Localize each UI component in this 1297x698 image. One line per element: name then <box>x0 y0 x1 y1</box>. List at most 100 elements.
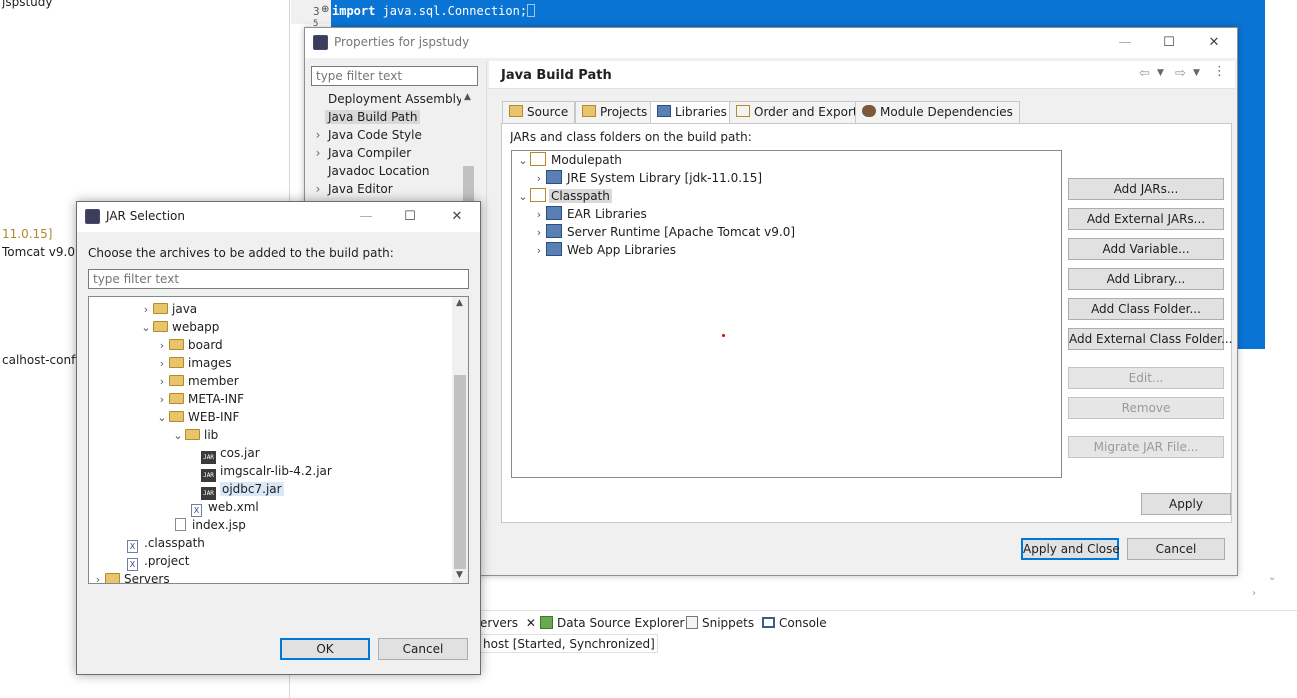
nav-item-java-build-path[interactable]: Java Build Path <box>311 108 421 126</box>
tab-source[interactable]: Source <box>502 101 576 123</box>
projects-icon <box>582 105 596 117</box>
tree-node-server-runtime[interactable]: › Server Runtime [Apache Tomcat v9.0] <box>532 223 797 241</box>
close-button[interactable]: ✕ <box>442 205 472 229</box>
nav-item-java-code-style[interactable]: › Java Code Style <box>311 126 425 144</box>
chevron-down-icon[interactable]: ⌄ <box>1268 572 1276 583</box>
tree-node-folder[interactable]: › member <box>155 372 239 390</box>
path-icon <box>530 152 546 166</box>
nav-item-java-editor[interactable]: › Java Editor <box>311 180 396 198</box>
tree-node-folder[interactable]: › Servers <box>91 570 170 583</box>
nav-item-java-compiler[interactable]: › Java Compiler <box>311 144 414 162</box>
archive-tree[interactable]: › java ⌄ webapp › board › images › member › ME… <box>88 296 469 584</box>
library-icon <box>546 242 562 256</box>
chevron-down-icon[interactable]: ▼ <box>1193 68 1200 78</box>
tab-snippets[interactable]: Snippets <box>686 611 754 635</box>
chevron-right-icon: › <box>315 128 321 142</box>
instruction-label: Choose the archives to be added to the b… <box>88 246 394 260</box>
maximize-button[interactable]: ☐ <box>1154 31 1184 55</box>
tree-node-folder[interactable]: › board <box>155 336 223 354</box>
tab-module-dependencies[interactable]: Module Dependencies <box>855 101 1020 123</box>
chevron-right-icon[interactable]: › <box>1252 588 1256 599</box>
scroll-up-icon[interactable]: ▲ <box>456 298 463 308</box>
scroll-down-icon[interactable]: ▼ <box>456 570 463 580</box>
chevron-right-icon: › <box>536 226 542 239</box>
tab-libraries[interactable]: Libraries <box>650 101 734 124</box>
project-name-fragment[interactable]: jspstudy <box>2 0 52 9</box>
server-status-row[interactable]: host [Started, Synchronized] <box>480 634 658 653</box>
back-arrow-icon[interactable]: ⇦ <box>1139 66 1150 81</box>
chevron-down-icon: ⌄ <box>173 429 183 442</box>
apply-button[interactable]: Apply <box>1141 493 1231 515</box>
tree-node-web-app-libraries[interactable]: › Web App Libraries <box>532 241 678 259</box>
chevron-right-icon: › <box>536 172 542 185</box>
tab-data-source-explorer[interactable]: Data Source Explorer <box>540 611 684 635</box>
add-external-jars-button[interactable]: Add External JARs... <box>1068 208 1224 230</box>
tab-servers[interactable]: ervers ✕ <box>480 611 536 635</box>
tree-node-folder[interactable]: ⌄ lib <box>171 426 218 444</box>
tree-node-file[interactable]: index.jsp <box>175 516 246 534</box>
apply-and-close-button[interactable]: Apply and Close <box>1021 538 1120 560</box>
cancel-button[interactable]: Cancel <box>378 638 468 660</box>
dialog-title: Properties for jspstudy <box>334 35 470 49</box>
tree-node-jar[interactable]: JAR imgscalr-lib-4.2.jar <box>201 462 332 482</box>
tree-node-jre[interactable]: › JRE System Library [jdk-11.0.15] <box>532 169 764 187</box>
build-path-tree[interactable]: ⌄ Modulepath › JRE System Library [jdk-11.… <box>511 150 1062 478</box>
add-class-folder-button[interactable]: Add Class Folder... <box>1068 298 1224 320</box>
close-button[interactable]: ✕ <box>1199 31 1229 55</box>
tree-node-folder[interactable]: › java <box>139 300 197 318</box>
add-external-class-folder-button[interactable]: Add External Class Folder... <box>1068 328 1232 350</box>
tree-node-folder[interactable]: › META-INF <box>155 390 244 408</box>
add-variable-button[interactable]: Add Variable... <box>1068 238 1224 260</box>
tree-node-file[interactable]: Xweb.xml <box>191 498 259 517</box>
page-header: Java Build Path ⇦ ▼ ⇨ ▼ ⋮ <box>489 61 1235 89</box>
tab-console[interactable]: Console <box>762 611 827 635</box>
tree-node-ear-libraries[interactable]: › EAR Libraries <box>532 205 649 223</box>
library-icon <box>546 206 562 220</box>
chevron-down-icon[interactable]: ▼ <box>1157 68 1164 78</box>
tree-node-classpath[interactable]: ⌄ Classpath <box>516 187 612 205</box>
filter-input[interactable] <box>311 66 478 86</box>
ok-button[interactable]: OK <box>280 638 370 660</box>
chevron-right-icon: › <box>315 146 321 160</box>
tab-projects[interactable]: Projects <box>575 101 655 123</box>
dialog-titlebar[interactable]: Properties for jspstudy — ☐ ✕ <box>305 28 1237 58</box>
tree-node-folder[interactable]: ⌄ webapp <box>139 318 219 336</box>
tree-node-modulepath[interactable]: ⌄ Modulepath <box>516 151 624 169</box>
scroll-thumb[interactable] <box>454 375 466 569</box>
tab-order-and-export[interactable]: Order and Export <box>729 101 865 123</box>
folder-icon <box>169 375 184 386</box>
minimize-button[interactable]: — <box>1110 31 1140 55</box>
folder-icon <box>153 303 168 314</box>
scroll-up-icon[interactable]: ▲ <box>464 92 471 102</box>
maximize-button[interactable]: ☐ <box>395 205 425 229</box>
filter-input[interactable] <box>88 269 469 289</box>
nav-item-deployment-assembly[interactable]: Deployment Assembly <box>311 90 466 108</box>
nav-item-javadoc-location[interactable]: Javadoc Location <box>311 162 432 180</box>
cancel-button[interactable]: Cancel <box>1127 538 1225 560</box>
tree-node-jar-selected[interactable]: JAR ojdbc7.jar <box>201 480 284 500</box>
tree-scrollbar[interactable]: ▲ ▼ <box>452 297 468 583</box>
more-options-icon[interactable]: ⋮ <box>1213 64 1226 79</box>
folder-icon <box>105 573 120 583</box>
chevron-right-icon: › <box>536 244 542 257</box>
dialog-titlebar[interactable]: JAR Selection — ☐ ✕ <box>77 202 480 232</box>
jsp-file-icon <box>175 518 186 531</box>
forward-arrow-icon[interactable]: ⇨ <box>1175 66 1186 81</box>
chevron-down-icon: ⌄ <box>518 190 528 203</box>
tree-node-folder[interactable]: ⌄ WEB-INF <box>155 408 239 426</box>
edit-button[interactable]: Edit... <box>1068 367 1224 389</box>
dialog-title: JAR Selection <box>106 209 185 223</box>
chevron-right-icon: › <box>159 339 165 352</box>
fold-marker-icon[interactable]: ⊕ <box>321 4 329 15</box>
add-library-button[interactable]: Add Library... <box>1068 268 1224 290</box>
tree-node-file[interactable]: X .project <box>127 552 189 571</box>
code-line: import java.sql.Connection; <box>332 4 536 18</box>
add-jars-button[interactable]: Add JARs... <box>1068 178 1224 200</box>
tree-node-file[interactable]: X .classpath <box>127 534 205 553</box>
tree-node-jar[interactable]: JAR cos.jar <box>201 444 260 464</box>
remove-button[interactable]: Remove <box>1068 397 1224 419</box>
nav-scrollbar[interactable]: ▲ <box>461 92 476 216</box>
tree-node-folder[interactable]: › images <box>155 354 232 372</box>
migrate-jar-button[interactable]: Migrate JAR File... <box>1068 436 1224 458</box>
minimize-button[interactable]: — <box>351 205 381 229</box>
